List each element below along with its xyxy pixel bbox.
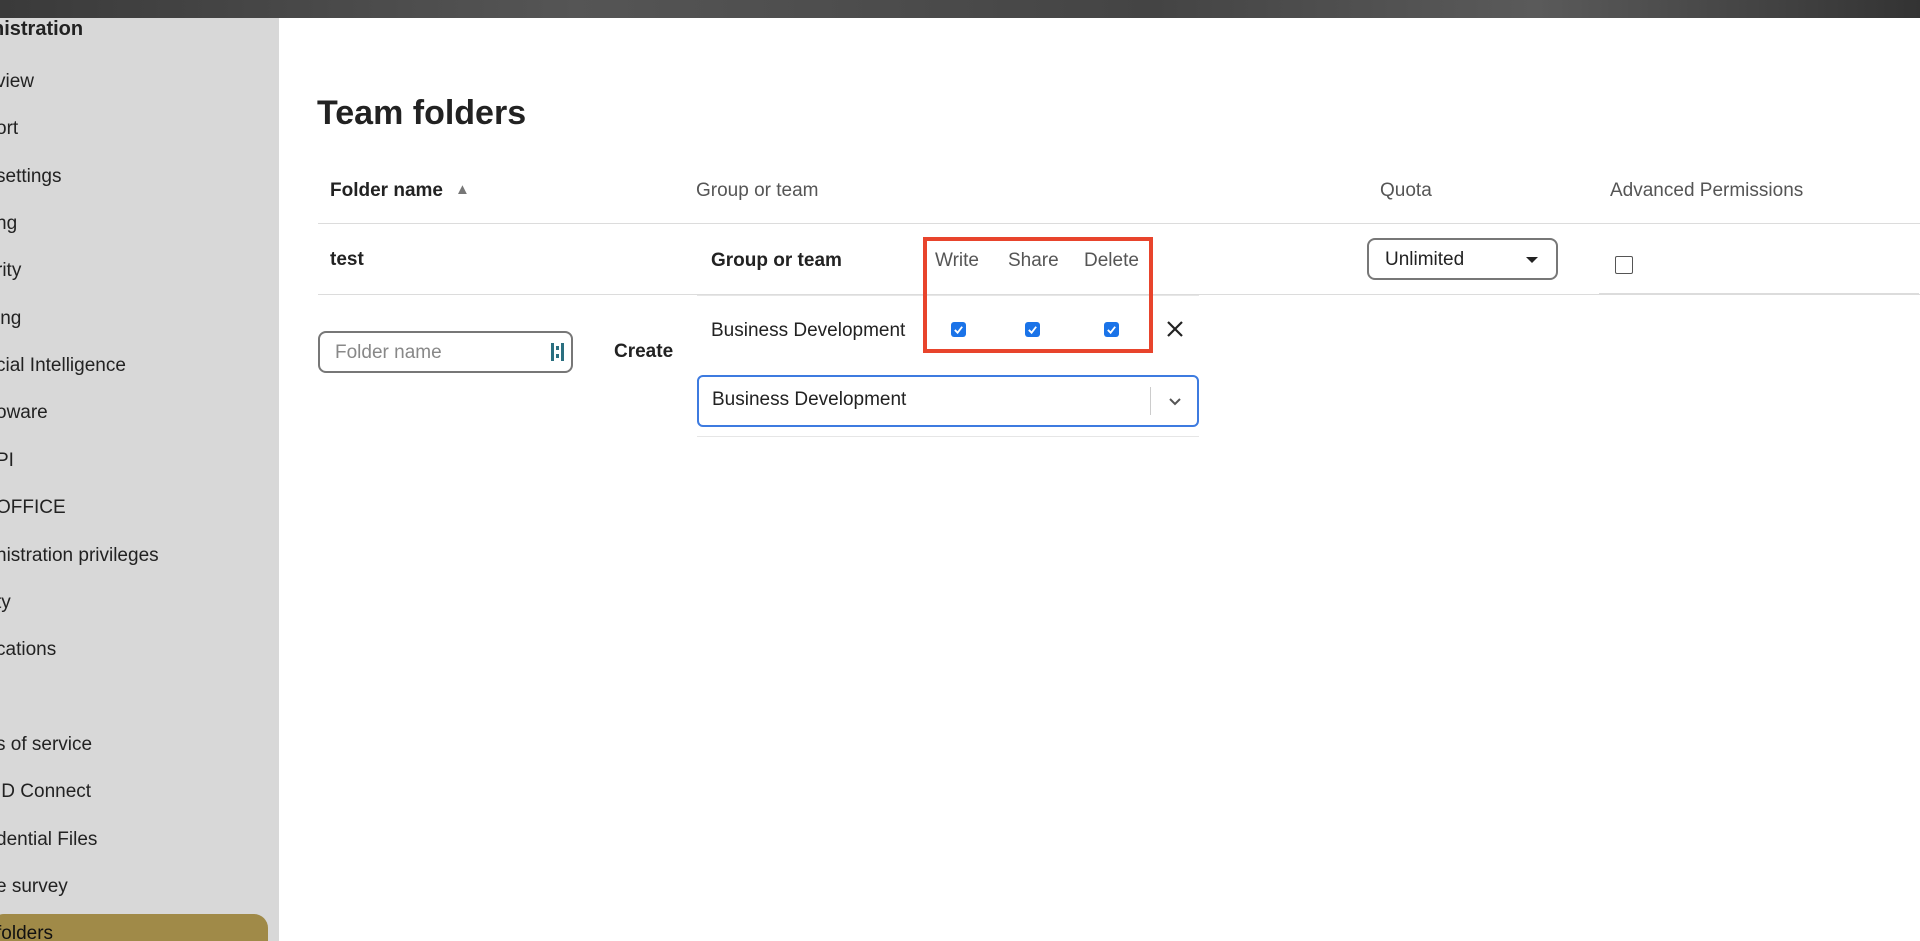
advanced-divider (1599, 293, 1919, 294)
sidebar-item-usage-survey[interactable]: e survey (0, 876, 68, 898)
caret-down-icon (1526, 257, 1538, 263)
sidebar-item-terms-of-service[interactable]: s of service (0, 734, 92, 756)
advanced-permissions-checkbox[interactable] (1615, 256, 1633, 274)
quota-select[interactable]: Unlimited (1367, 238, 1558, 280)
sidebar-item-overview[interactable]: view (0, 71, 34, 93)
permissions-highlight (923, 237, 1153, 353)
folder-name-cell: test (330, 249, 364, 270)
column-header-folder-name[interactable]: Folder name ▲ (330, 180, 470, 202)
sidebar-item-administration-privileges[interactable]: nistration privileges (0, 545, 159, 567)
sidebar-item-notifications[interactable]: cations (0, 639, 56, 661)
column-header-group-or-team: Group or team (696, 180, 819, 201)
sidebar-item-office[interactable]: OFFICE (0, 497, 66, 519)
sidebar-item-team-folders-label: folders (0, 923, 54, 941)
sidebar-item-basic-settings[interactable]: settings (0, 166, 61, 188)
group-select[interactable]: Business Development (697, 375, 1199, 427)
group-select-value: Business Development (712, 389, 907, 410)
new-folder-placeholder: Folder name (335, 342, 442, 363)
sidebar-item-theming[interactable]: ing (0, 308, 21, 330)
sidebar-item-security[interactable]: rity (0, 260, 21, 282)
sidebar-item-sharing[interactable]: ng (0, 213, 17, 235)
group-select-divider (697, 436, 1199, 437)
sidebar: nistration view ort settings ng rity ing… (0, 18, 279, 941)
new-folder-input[interactable]: Folder name (318, 331, 573, 373)
sidebar-item-activity[interactable]: ty (0, 592, 11, 614)
sidebar-section-title: nistration (0, 18, 84, 40)
column-header-advanced-permissions: Advanced Permissions (1610, 180, 1804, 201)
sidebar-item-support[interactable]: ort (0, 118, 18, 140)
groups-header-group-or-team: Group or team (711, 250, 842, 271)
sidebar-item-api[interactable]: PI (0, 450, 14, 472)
column-header-quota: Quota (1380, 180, 1432, 201)
sidebar-item-confidential-files[interactable]: dential Files (0, 829, 97, 851)
quota-select-value: Unlimited (1385, 249, 1465, 270)
main-content: Team folders Folder name ▲ Group or team … (279, 18, 1920, 941)
remove-group-icon[interactable] (1164, 318, 1186, 340)
header-divider (318, 223, 1920, 224)
chevron-down-icon[interactable] (1165, 391, 1185, 411)
create-button[interactable]: Create (614, 341, 673, 363)
sidebar-item-groupware[interactable]: oware (0, 402, 48, 424)
sort-ascending-icon[interactable]: ▲ (455, 181, 470, 198)
page-title: Team folders (317, 94, 527, 132)
top-banner (0, 0, 1920, 18)
sidebar-item-artificial-intelligence[interactable]: cial Intelligence (0, 355, 126, 377)
password-manager-icon[interactable] (550, 342, 566, 362)
group-name: Business Development (711, 320, 906, 341)
select-separator (1150, 387, 1151, 415)
sidebar-item-openid-connect[interactable]: ID Connect (0, 781, 91, 803)
column-header-folder-name-label: Folder name (330, 180, 443, 201)
